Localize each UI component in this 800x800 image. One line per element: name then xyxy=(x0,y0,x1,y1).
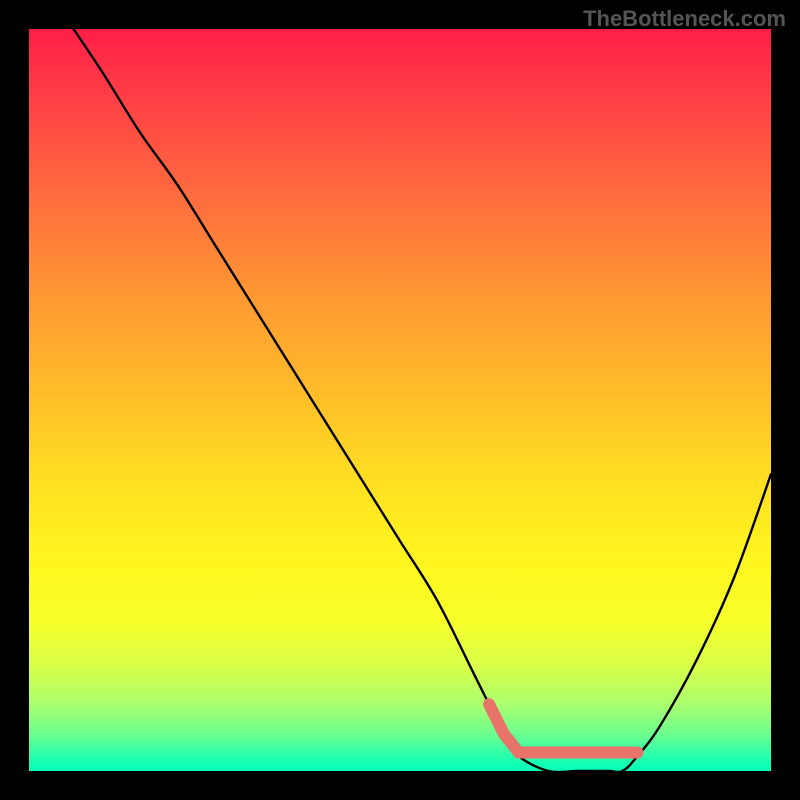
watermark-text: TheBottleneck.com xyxy=(583,6,786,32)
plot-area xyxy=(29,29,771,771)
optimal-band-marker xyxy=(489,704,637,752)
curve-layer xyxy=(29,29,771,771)
bottleneck-curve xyxy=(74,29,771,771)
